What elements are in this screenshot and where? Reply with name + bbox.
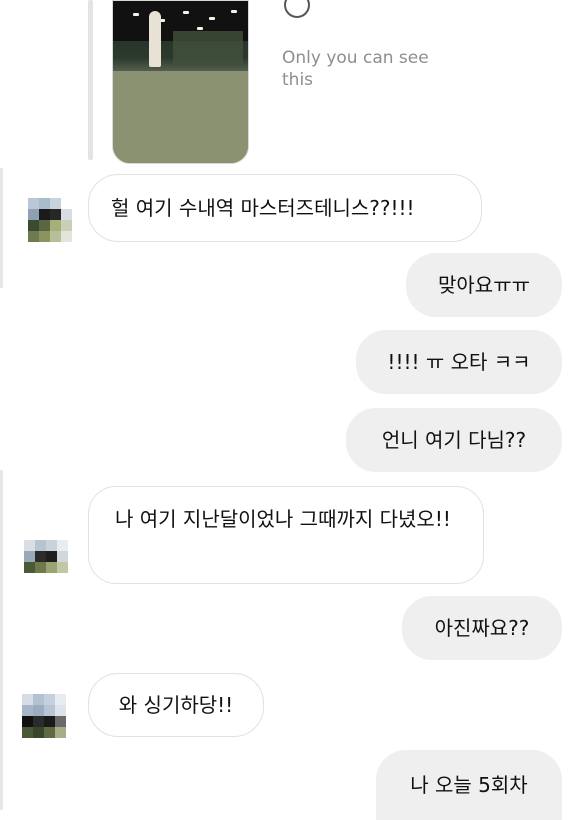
incoming-message[interactable]: 나 여기 지난달이었나 그때까지 다녔오!! [88,486,484,584]
shared-photo[interactable] [112,0,249,164]
message-text: 헐 여기 수내역 마스터즈테니스??!!! [111,196,415,220]
message-text: 언니 여기 다님?? [381,428,527,452]
outgoing-message[interactable]: 언니 여기 다님?? [346,408,562,472]
photo-net [173,31,243,65]
undo-icon[interactable] [284,0,310,18]
outgoing-message[interactable]: 아진짜요?? [402,596,562,660]
avatar[interactable] [22,694,66,744]
photo-light [231,10,237,13]
message-text: 와 싱기하당!! [118,693,234,717]
message-text: 나 오늘 5회차 [410,773,528,797]
only-you-can-see-notice: Only you can see this [282,48,429,90]
photo-light [133,13,139,16]
avatar[interactable] [24,540,68,584]
incoming-message[interactable]: 와 싱기하당!! [88,673,264,737]
photo-court-floor [113,71,248,163]
reply-indicator-line [88,0,93,160]
left-edge-divider [0,168,3,288]
message-text: !!!! ㅠ 오타 ㅋㅋ [387,350,531,374]
outgoing-message[interactable]: 맞아요ㅠㅠ [406,253,562,317]
incoming-message[interactable]: 헐 여기 수내역 마스터즈테니스??!!! [88,174,482,242]
message-text: 아진짜요?? [434,616,530,640]
message-text: 맞아요ㅠㅠ [438,273,530,297]
photo-light [209,17,215,20]
outgoing-message[interactable]: 나 오늘 5회차 [376,750,562,820]
outgoing-message[interactable]: !!!! ㅠ 오타 ㅋㅋ [356,330,562,394]
photo-person [149,11,161,67]
photo-light [183,11,189,14]
avatar[interactable] [28,198,72,242]
left-edge-divider [0,470,3,810]
message-text: 나 여기 지난달이었나 그때까지 다녔오!! [115,507,451,531]
photo-light [197,27,203,30]
